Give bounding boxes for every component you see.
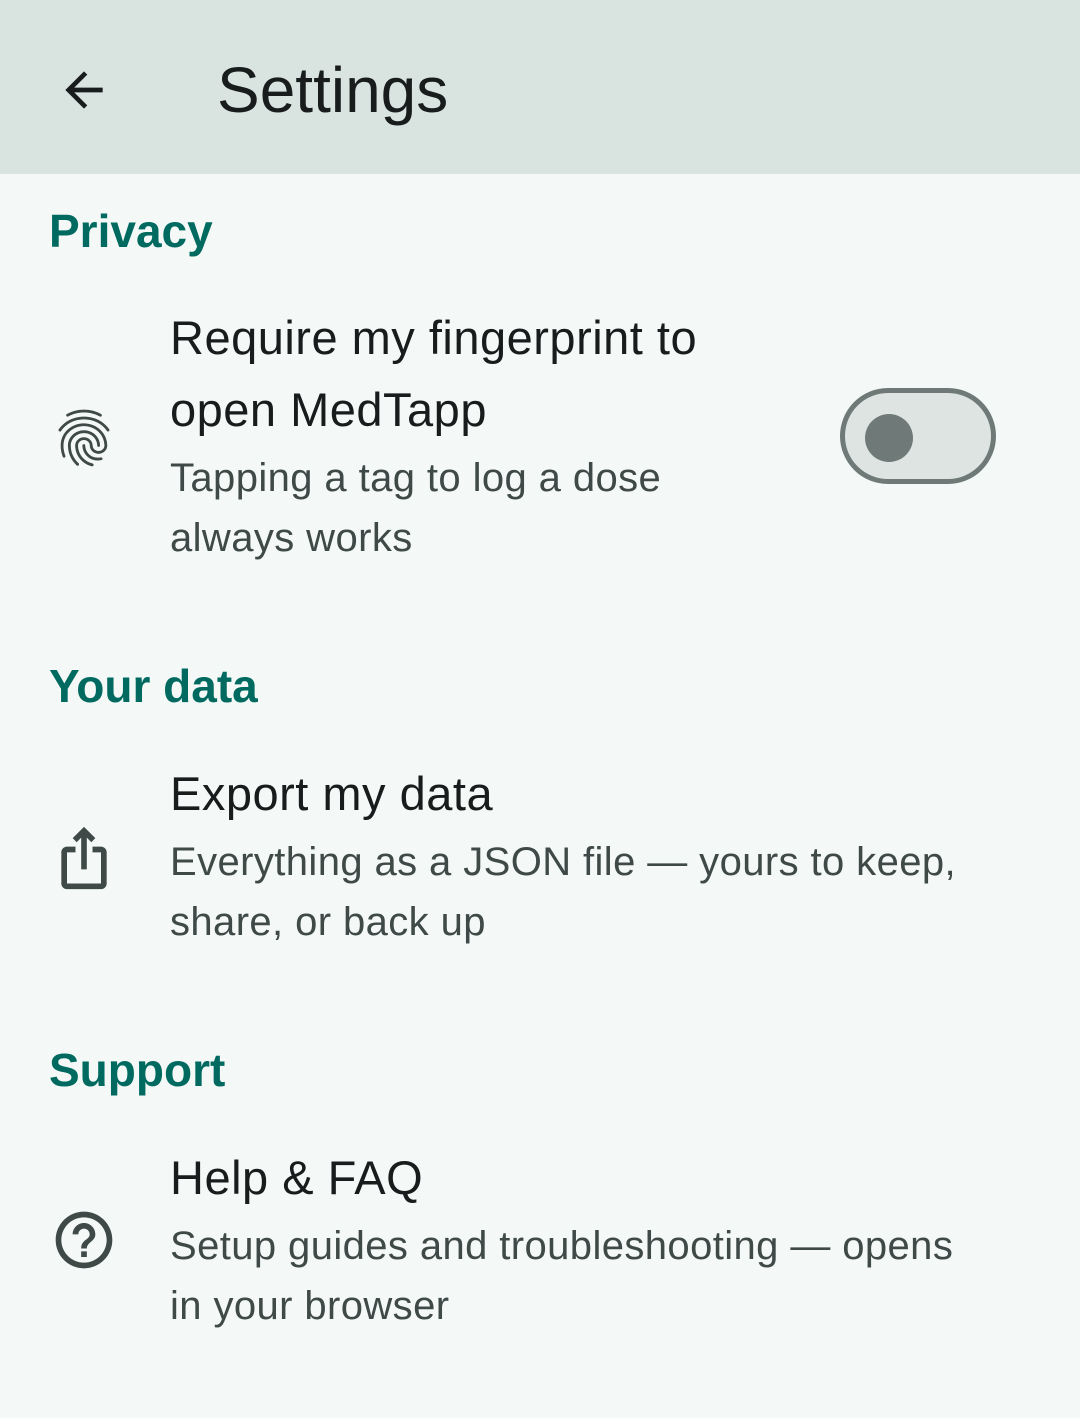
section-header-your-data: Your data (49, 660, 258, 712)
section-header-support: Support (49, 1044, 226, 1096)
page-title: Settings (217, 54, 449, 126)
fingerprint-summary-line2: always works (170, 516, 413, 560)
fingerprint-summary-line1: Tapping a tag to log a dose (170, 456, 662, 500)
fingerprint-title-line2: open MedTapp (170, 383, 487, 436)
fingerprint-switch[interactable] (840, 388, 996, 484)
help-faq-preference[interactable]: Help & FAQ Setup guides and troubleshoot… (0, 1136, 1080, 1346)
top-app-bar: Settings (0, 0, 1080, 174)
export-summary-line1: Everything as a JSON file — yours to kee… (170, 840, 957, 884)
arrow-back-icon (65, 71, 103, 109)
export-data-preference[interactable]: Export my data Everything as a JSON file… (0, 752, 1080, 962)
export-title: Export my data (170, 767, 494, 820)
share-icon (48, 822, 120, 894)
fingerprint-title-line1: Require my fingerprint to (170, 311, 698, 364)
switch-thumb (865, 414, 913, 462)
export-summary-line2: share, or back up (170, 900, 486, 944)
section-header-privacy: Privacy (49, 205, 213, 257)
help-circle-icon (48, 1204, 120, 1276)
fingerprint-icon (48, 402, 120, 474)
help-title: Help & FAQ (170, 1151, 424, 1204)
help-summary-line2: in your browser (170, 1284, 450, 1328)
back-button[interactable] (36, 42, 132, 138)
help-summary-line1: Setup guides and troubleshooting — opens (170, 1224, 954, 1268)
